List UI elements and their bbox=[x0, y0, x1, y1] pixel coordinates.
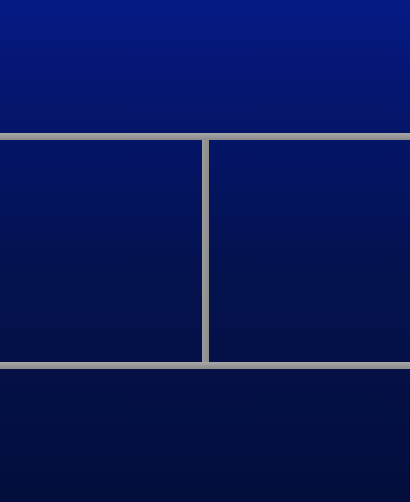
top-horizontal-divider[interactable] bbox=[0, 133, 410, 140]
vertical-divider[interactable] bbox=[202, 140, 209, 362]
bottom-panel bbox=[0, 369, 410, 502]
bottom-horizontal-divider[interactable] bbox=[0, 362, 410, 369]
left-pane bbox=[0, 140, 202, 362]
top-panel bbox=[0, 0, 410, 133]
right-pane bbox=[209, 140, 410, 362]
